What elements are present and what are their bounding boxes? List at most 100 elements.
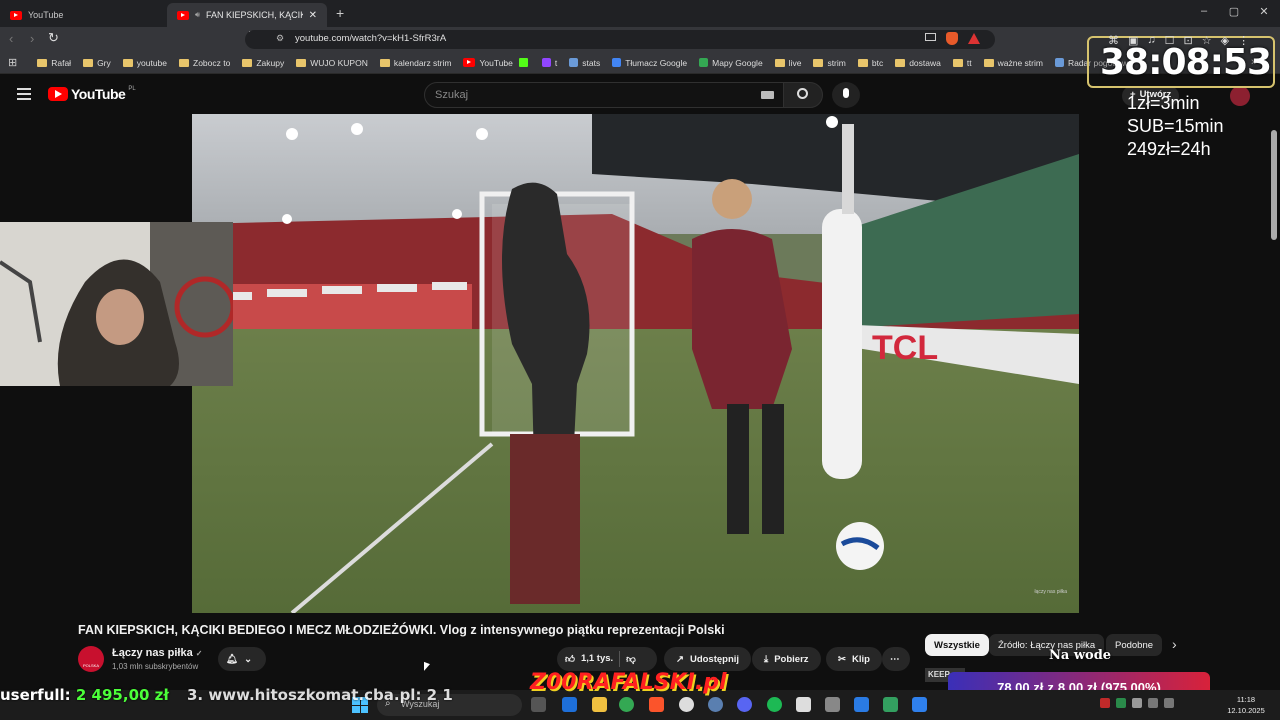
folder-icon (37, 58, 48, 67)
app-icon[interactable] (854, 697, 869, 712)
bookmark-item[interactable]: WUJO KUPON (290, 58, 374, 68)
close-tab-icon[interactable]: ✕ (309, 10, 317, 21)
bookmark-item[interactable]: btc (852, 58, 889, 68)
bookmark-label: Mapy Google (712, 57, 763, 68)
folder-icon (813, 58, 824, 67)
thumbs-up-icon: 👍︎ (565, 654, 575, 665)
bookmark-label: WUJO KUPON (310, 57, 368, 68)
keyboard-icon[interactable] (761, 91, 774, 99)
bookmark-item[interactable]: YouTube (457, 58, 518, 68)
tray-icon[interactable] (1100, 698, 1110, 708)
share-label: Udostępnij (689, 653, 740, 665)
apps-grid-icon[interactable]: ⊞ (8, 56, 31, 69)
page-scrollbar[interactable] (1271, 130, 1277, 240)
app-icon[interactable] (796, 697, 811, 712)
like-button[interactable]: 👍︎ 1,1 tys. (565, 653, 613, 665)
bookmark-item[interactable]: Gry (77, 58, 117, 68)
address-bar[interactable]: ⚙ youtube.com/watch?v=kH1-SfrR3rA (245, 30, 995, 49)
tab-youtube[interactable]: YouTube (0, 3, 165, 27)
dislike-button[interactable]: 👎︎ (626, 653, 636, 665)
na-wode-overlay: Na wode (1049, 648, 1112, 663)
search-button[interactable] (783, 82, 823, 108)
close-window-button[interactable]: ✕ (1254, 5, 1274, 18)
search-input[interactable]: Szukaj (424, 82, 784, 108)
bookmark-item[interactable]: live (769, 58, 808, 68)
bookmark-item[interactable]: Rafał (31, 58, 77, 68)
download-button[interactable]: ⤓ Pobierz (752, 647, 821, 671)
maximize-button[interactable]: ▢ (1224, 5, 1244, 18)
bookmark-label: Zobocz to (193, 57, 231, 68)
tray-icon[interactable] (1132, 698, 1142, 708)
bookmark-item[interactable]: tt (947, 58, 978, 68)
download-label: Pobierz (774, 653, 809, 665)
brave-shield-icon[interactable] (946, 32, 958, 45)
more-actions-button[interactable]: ⋯ (882, 647, 910, 671)
chip-related[interactable]: Podobne (1106, 634, 1163, 656)
bookmark-item[interactable]: ważne strim (978, 58, 1049, 68)
account-avatar[interactable] (1230, 86, 1250, 106)
channel-avatar[interactable]: POLSKA (78, 646, 104, 672)
minimize-button[interactable]: – (1194, 5, 1214, 17)
voice-search-button[interactable] (832, 82, 860, 108)
discord-icon[interactable] (737, 697, 752, 712)
volume-icon[interactable] (1164, 698, 1174, 708)
chrome-icon[interactable] (619, 697, 634, 712)
video-frame-image: TCL . (192, 114, 1079, 613)
widgets-icon[interactable] (562, 697, 577, 712)
back-icon[interactable]: ‹ (9, 31, 13, 46)
clip-button[interactable]: ✂ Klip (826, 647, 882, 671)
app-icon[interactable] (883, 697, 898, 712)
bookmark-label: Rafał (51, 57, 72, 68)
share-button[interactable]: ↗ Udostępnij (664, 647, 752, 671)
bookmark-favicon-icon (699, 58, 709, 67)
bookmark-favicon-icon (541, 58, 551, 67)
notification-bell-button[interactable]: 🔔︎ ⌄ (218, 647, 266, 671)
tray-icon[interactable] (1116, 698, 1126, 708)
menu-icon[interactable] (17, 88, 31, 100)
streamer-logo: Z00RAFALSKI.pl (530, 670, 727, 695)
forward-icon[interactable]: › (30, 31, 34, 46)
tab-title: FAN KIEPSKICH, KĄCIKI BEDIE (206, 10, 303, 20)
site-info-icon[interactable]: ⚙ (276, 33, 284, 44)
folder-icon (296, 58, 307, 67)
bookmark-label: youtube (136, 57, 168, 68)
bookmark-item[interactable]: Tłumacz Google (606, 58, 693, 68)
chip-all[interactable]: Wszystkie (925, 634, 989, 656)
clock[interactable]: 11:18 12.10.2025 (1224, 694, 1268, 716)
new-tab-button[interactable]: + (336, 5, 344, 21)
search-icon (797, 88, 808, 99)
steam-icon[interactable] (708, 697, 723, 712)
rewards-icon[interactable] (968, 33, 980, 44)
obs-icon[interactable] (679, 697, 694, 712)
tab-title: YouTube (28, 10, 64, 20)
channel-name[interactable]: Łączy nas piłka ✓ (112, 647, 202, 659)
youtube-logo[interactable]: YouTube PL (48, 86, 136, 102)
bookmark-item[interactable]: Zakupy (236, 58, 290, 68)
bookmark-item[interactable]: dostawa (889, 58, 947, 68)
cast-icon[interactable] (925, 33, 936, 41)
notepad-icon[interactable] (912, 697, 927, 712)
file-explorer-icon[interactable] (592, 697, 607, 712)
tab-video[interactable]: 🔊︎ FAN KIEPSKICH, KĄCIKI BEDIE ✕ (167, 3, 327, 27)
bookmark-item[interactable]: kalendarz strim (374, 58, 458, 68)
clip-label: Klip (851, 653, 870, 665)
brave-icon[interactable] (649, 697, 664, 712)
calculator-icon[interactable] (825, 697, 840, 712)
folder-icon (952, 58, 963, 67)
bookmark-item[interactable]: strim (807, 58, 851, 68)
bookmark-item[interactable]: youtube (117, 58, 173, 68)
bookmark-item[interactable]: Zobocz to (173, 58, 236, 68)
video-player[interactable]: TCL . łączy nas piłka (192, 114, 1079, 613)
folder-icon (122, 58, 133, 67)
spotify-icon[interactable] (767, 697, 782, 712)
chips-next-icon[interactable]: › (1172, 636, 1177, 652)
network-icon[interactable] (1148, 698, 1158, 708)
bookmark-item[interactable]: Mapy Google (693, 58, 769, 68)
task-view-icon[interactable] (531, 697, 546, 712)
bookmark-item[interactable]: stats (563, 58, 606, 68)
bookmark-label: t (554, 57, 558, 68)
logo-text: YouTube (71, 86, 126, 102)
bookmark-label: ważne strim (997, 57, 1043, 68)
reload-icon[interactable]: ↻ (48, 30, 59, 46)
bookmark-item[interactable]: t (536, 58, 563, 68)
